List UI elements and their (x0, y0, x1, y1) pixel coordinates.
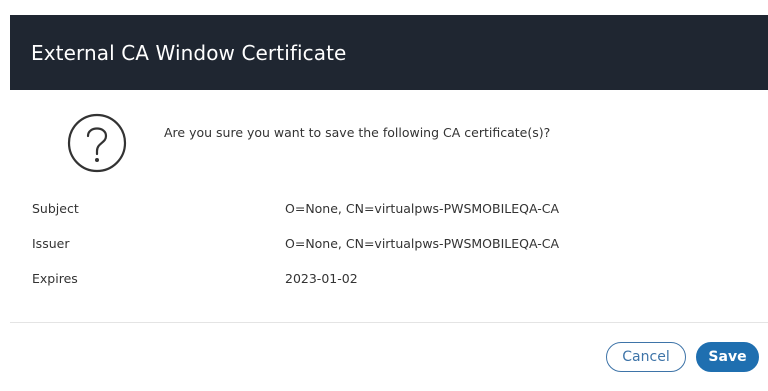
issuer-label: Issuer (32, 236, 70, 251)
dialog-title: External CA Window Certificate (31, 40, 347, 65)
cancel-button[interactable]: Cancel (606, 342, 686, 372)
save-button[interactable]: Save (696, 342, 759, 372)
subject-label: Subject (32, 201, 79, 216)
confirmation-message: Are you sure you want to save the follow… (164, 125, 551, 140)
question-circle-icon (67, 113, 127, 173)
expires-label: Expires (32, 271, 78, 286)
footer-divider (10, 322, 768, 323)
subject-value: O=None, CN=virtualpws-PWSMOBILEQA-CA (285, 201, 560, 216)
expires-value: 2023-01-02 (285, 271, 358, 286)
issuer-value: O=None, CN=virtualpws-PWSMOBILEQA-CA (285, 236, 560, 251)
dialog-header: External CA Window Certificate (10, 15, 768, 90)
